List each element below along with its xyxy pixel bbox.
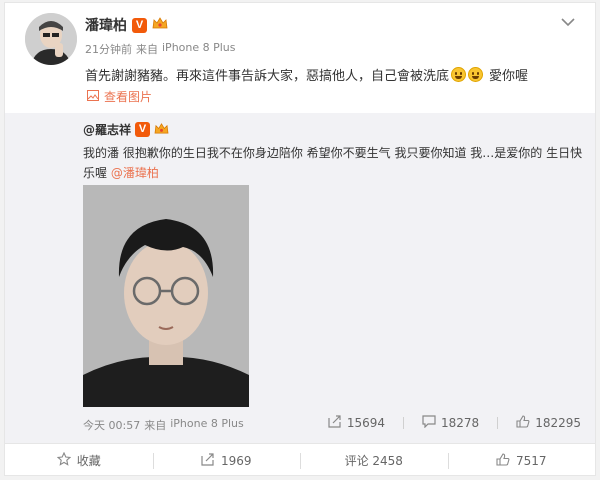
post-text: 首先謝謝豬豬。再來這件事告訴大家，惡搞他人，自己會被洗底 愛你喔 — [85, 65, 528, 84]
action-bar: 收藏 1969 评论 2458 7517 — [5, 443, 595, 477]
post-time[interactable]: 21分钟前 — [85, 41, 132, 57]
image-icon — [87, 89, 99, 104]
repost-stats: 15694 18278 182295 — [328, 415, 581, 431]
source-prefix: 来自 — [144, 419, 167, 432]
like-count: 182295 — [535, 416, 581, 430]
like-action-count: 7517 — [515, 453, 547, 468]
comment-icon — [422, 415, 436, 431]
repost-author-name[interactable]: @羅志祥 — [83, 121, 131, 138]
author-avatar[interactable] — [25, 13, 77, 65]
like-count-button[interactable]: 182295 — [516, 415, 581, 431]
repost-icon — [328, 415, 342, 431]
divider — [403, 417, 404, 429]
repost-icon — [201, 452, 215, 469]
repost-block: @羅志祥 V 我的潘 很抱歉你的生日我不在你身边陪你 希望你不要生气 我只要你知… — [5, 113, 595, 443]
repost-device[interactable]: iPhone 8 Plus — [170, 417, 244, 433]
repost-time[interactable]: 今天 00:57 — [83, 417, 140, 433]
repost-photo[interactable] — [83, 185, 249, 407]
repost-author-row: @羅志祥 V — [83, 121, 169, 138]
comment-count-button[interactable]: 18278 — [422, 415, 479, 431]
post-text-main: 首先謝謝豬豬。再來這件事告訴大家，惡搞他人，自己會被洗底 — [85, 69, 450, 84]
like-icon — [516, 415, 530, 431]
post-device[interactable]: iPhone 8 Plus — [162, 41, 236, 57]
favorite-button[interactable]: 收藏 — [5, 444, 153, 477]
comment-button[interactable]: 评论 2458 — [300, 444, 448, 477]
laughing-emoji-icon — [468, 67, 484, 82]
verified-icon: V — [135, 122, 151, 137]
like-icon — [496, 452, 510, 469]
star-icon — [56, 451, 72, 469]
like-button[interactable]: 7517 — [447, 444, 596, 477]
author-row: 潘瑋柏 V — [85, 15, 168, 35]
verified-icon: V — [132, 17, 147, 33]
view-images-label: 查看图片 — [104, 90, 153, 104]
repost-text: 我的潘 很抱歉你的生日我不在你身边陪你 希望你不要生气 我只要你知道 我…是爱你… — [83, 143, 583, 183]
comment-count: 18278 — [441, 416, 480, 430]
post-text-tail: 愛你喔 — [489, 69, 529, 84]
weibo-post-card: 潘瑋柏 V 21分钟前 来自 iPhone 8 Plus 首先謝謝豬豬。再來這件… — [4, 2, 596, 476]
source-prefix: 来自 — [136, 43, 158, 56]
divider — [497, 417, 499, 429]
author-name[interactable]: 潘瑋柏 — [85, 15, 127, 35]
repost-action-count: 1969 — [220, 453, 252, 468]
repost-meta: 今天 00:57 来自 iPhone 8 Plus — [83, 417, 244, 433]
crown-icon — [154, 122, 169, 138]
favorite-label: 收藏 — [76, 454, 101, 468]
laughing-emoji-icon — [451, 67, 467, 82]
repost-count-button[interactable]: 15694 — [328, 415, 385, 431]
comment-action-label: 评论 2458 — [344, 454, 403, 468]
crown-icon — [152, 16, 168, 34]
view-images-link[interactable]: 查看图片 — [87, 88, 152, 105]
repost-mention-link[interactable]: @潘瑋柏 — [111, 166, 159, 180]
repost-button[interactable]: 1969 — [152, 444, 301, 477]
post-meta: 21分钟前 来自 iPhone 8 Plus — [85, 41, 236, 57]
repost-count: 15694 — [346, 416, 385, 430]
chevron-down-icon[interactable] — [559, 13, 577, 31]
